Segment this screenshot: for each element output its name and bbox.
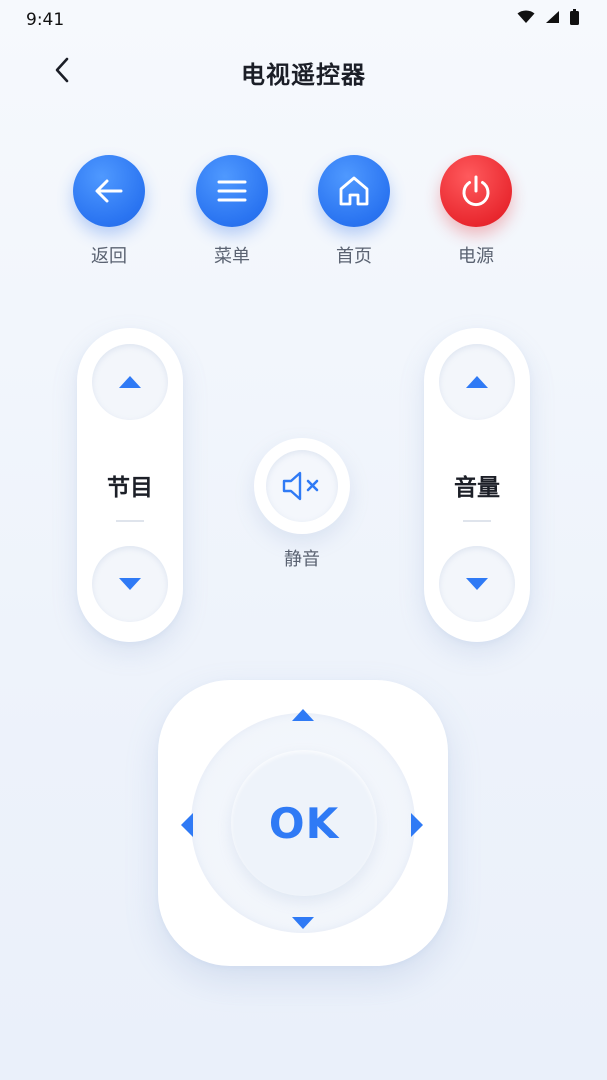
divider xyxy=(463,520,491,522)
triangle-left-icon xyxy=(181,813,193,837)
triangle-up-icon xyxy=(292,709,314,721)
home-label: 首页 xyxy=(336,246,372,267)
dpad-up-button[interactable] xyxy=(288,704,318,726)
volume-down-button[interactable] xyxy=(439,546,515,622)
home-icon xyxy=(339,176,369,206)
ok-button[interactable]: OK xyxy=(231,750,377,896)
triangle-down-icon xyxy=(119,578,141,590)
dpad-left-button[interactable] xyxy=(176,810,198,840)
channel-control: 节目 xyxy=(77,328,183,642)
dpad-down-button[interactable] xyxy=(288,912,318,934)
mute-label: 静音 xyxy=(284,549,320,570)
mute-button-inner xyxy=(266,450,338,522)
channel-up-button[interactable] xyxy=(92,344,168,420)
menu-label: 菜单 xyxy=(214,246,250,267)
power-icon xyxy=(462,175,490,207)
arrow-left-icon xyxy=(95,179,123,203)
wifi-icon xyxy=(517,10,535,23)
power-button[interactable] xyxy=(440,155,512,227)
signal-icon xyxy=(546,11,559,23)
menu-icon xyxy=(217,180,247,202)
channel-label: 节目 xyxy=(107,475,153,501)
back-button-round[interactable] xyxy=(73,155,145,227)
triangle-down-icon xyxy=(466,578,488,590)
triangle-up-icon xyxy=(466,376,488,388)
channel-down-button[interactable] xyxy=(92,546,168,622)
mute-button[interactable] xyxy=(254,438,350,534)
status-icons xyxy=(517,9,579,25)
triangle-right-icon xyxy=(411,813,423,837)
volume-control: 音量 xyxy=(424,328,530,642)
triangle-up-icon xyxy=(119,376,141,388)
power-label: 电源 xyxy=(458,246,494,267)
volume-up-button[interactable] xyxy=(439,344,515,420)
dpad: OK xyxy=(158,680,448,966)
back-label: 返回 xyxy=(91,246,127,267)
volume-label: 音量 xyxy=(454,475,500,501)
divider xyxy=(116,520,144,522)
status-time: 9:41 xyxy=(26,10,65,30)
battery-icon xyxy=(570,9,579,25)
dpad-right-button[interactable] xyxy=(406,810,428,840)
home-button[interactable] xyxy=(318,155,390,227)
triangle-down-icon xyxy=(292,917,314,929)
page-title: 电视遥控器 xyxy=(241,61,366,89)
ok-label: OK xyxy=(268,798,340,848)
menu-button[interactable] xyxy=(196,155,268,227)
speaker-mute-icon xyxy=(282,471,319,501)
